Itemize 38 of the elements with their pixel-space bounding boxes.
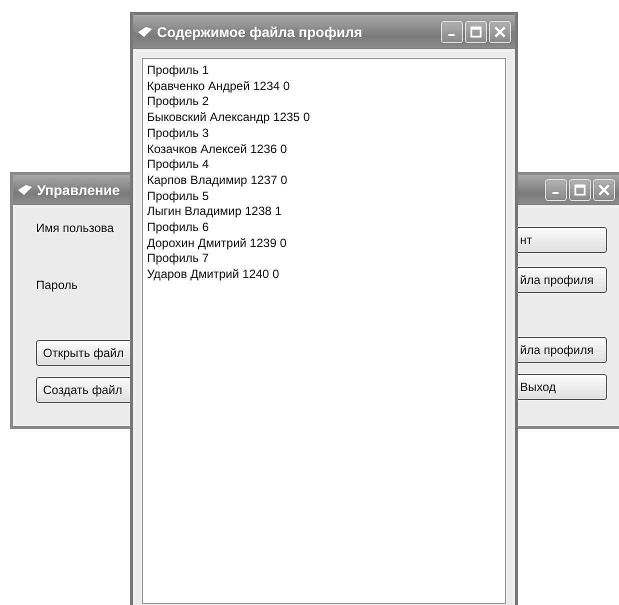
- close-button[interactable]: [593, 179, 615, 201]
- action-button[interactable]: йла профиля: [518, 337, 607, 363]
- field-label: Имя пользова: [36, 221, 114, 235]
- close-button[interactable]: [489, 21, 511, 43]
- text-line: Козачков Алексей 1236 0: [147, 142, 288, 158]
- window-icon: [17, 184, 33, 196]
- window-title: Управление: [37, 182, 120, 198]
- text-line: Дорохин Дмитрий 1239 0: [147, 236, 288, 252]
- text-line: Профиль 7: [147, 251, 210, 268]
- action-button[interactable]: йла профиля: [518, 267, 607, 293]
- action-button[interactable]: Открыть файл: [36, 340, 130, 366]
- field-label: Пароль: [36, 278, 78, 292]
- text-line: Профиль 5: [147, 188, 210, 204]
- text-line: Профиль 4: [147, 157, 210, 173]
- action-button[interactable]: нт: [518, 227, 607, 253]
- window-icon: [137, 26, 153, 38]
- maximize-button[interactable]: [465, 21, 487, 43]
- maximize-icon: [573, 183, 587, 197]
- minimize-icon: [552, 192, 559, 194]
- text-line: Профиль 6: [147, 220, 210, 236]
- text-line: Профиль 1: [147, 63, 210, 79]
- text-line: Карпов Владимир 1237 0: [147, 172, 288, 189]
- minimize-button[interactable]: [545, 179, 567, 201]
- maximize-button[interactable]: [569, 179, 591, 201]
- text-line: Кравченко Андрей 1234 0: [147, 78, 291, 94]
- close-icon: [597, 183, 611, 197]
- maximize-icon: [469, 25, 483, 39]
- text-line: Лыгин Владимир 1238 1: [147, 204, 283, 220]
- close-icon: [493, 25, 507, 39]
- text-line: Быковский Александр 1235 0: [147, 110, 311, 126]
- action-button[interactable]: Создать файл: [36, 377, 130, 403]
- window-title: Содержимое файла профиля: [157, 24, 362, 40]
- text-line: Ударов Дмитрий 1240 0: [147, 267, 280, 283]
- minimize-button[interactable]: [441, 21, 463, 43]
- text-line: Профиль 2: [147, 94, 210, 110]
- minimize-icon: [448, 34, 455, 36]
- action-button[interactable]: Выход: [518, 374, 607, 400]
- text-line: Профиль 3: [147, 126, 210, 142]
